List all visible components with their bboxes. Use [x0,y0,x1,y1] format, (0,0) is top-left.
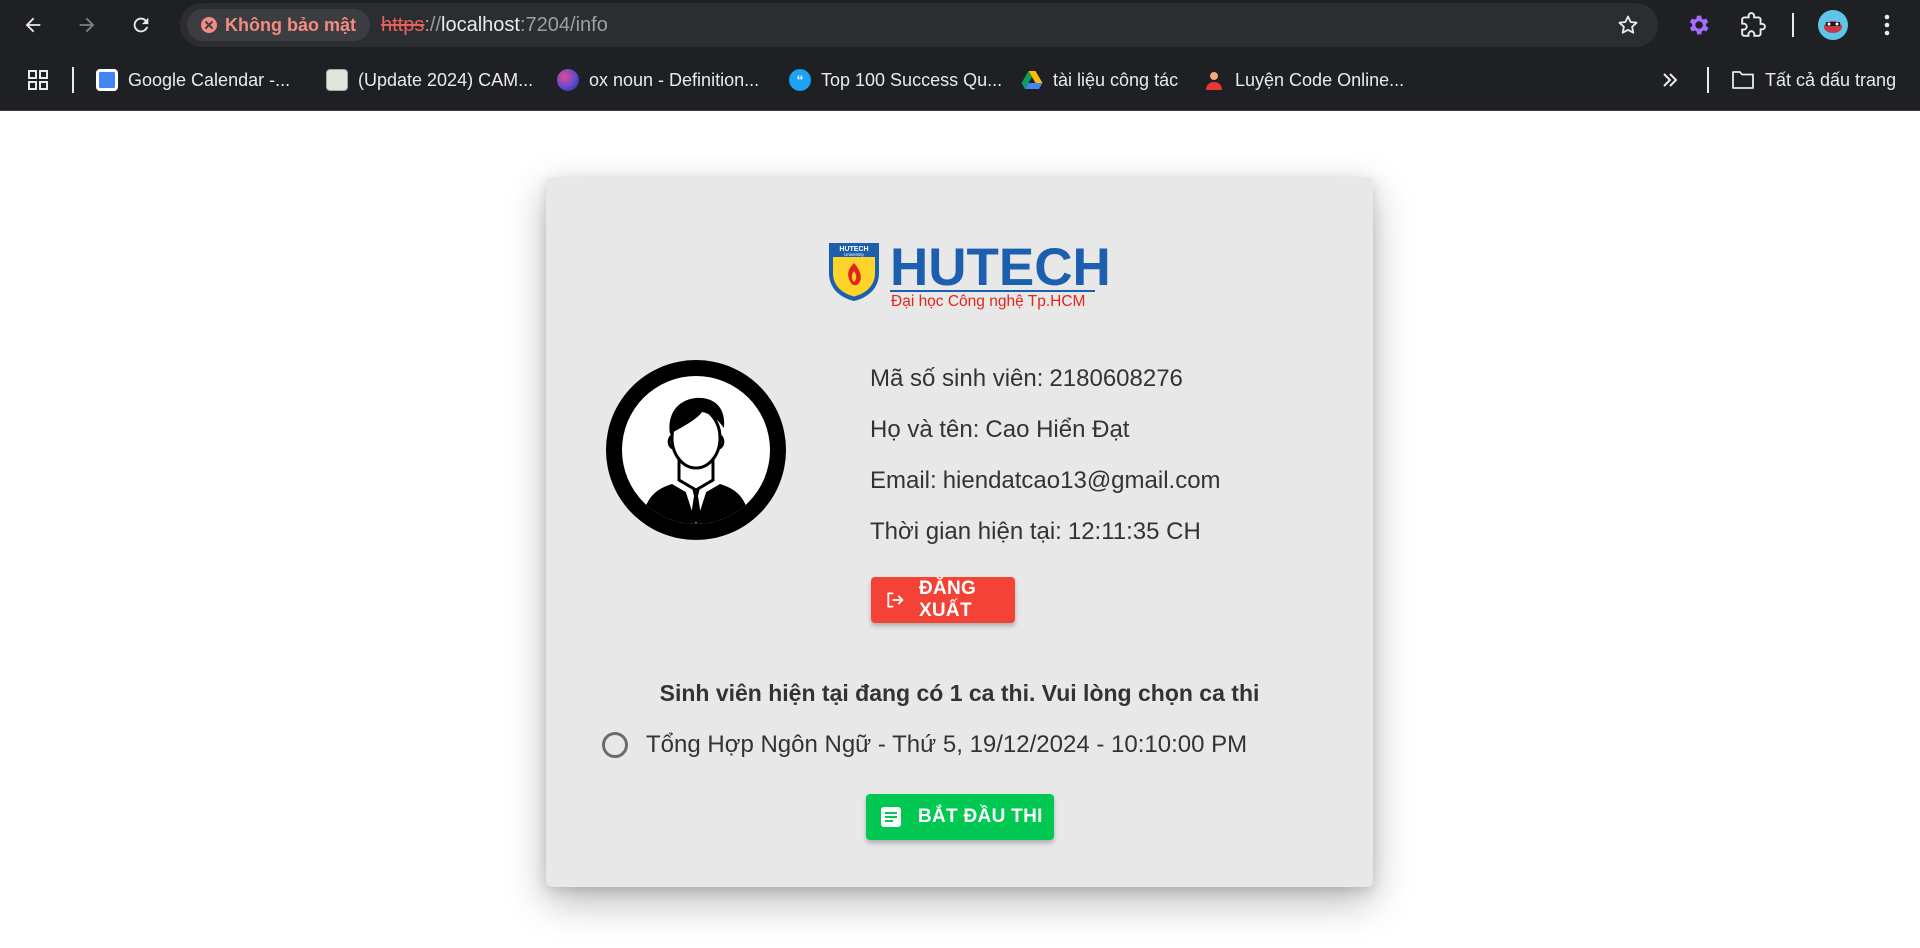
security-indicator[interactable]: Không bảo mật [187,9,370,41]
bookmark-google-calendar[interactable]: Google Calendar -... [96,67,290,93]
reload-icon [133,17,149,33]
google-drive-icon [1021,71,1043,89]
more-bookmarks-icon[interactable] [1660,67,1680,93]
exam-option-label: Tổng Hợp Ngôn Ngữ - Thứ 5, 19/12/2024 - … [646,731,1248,758]
avatar [606,360,786,540]
forward-button[interactable] [70,8,104,42]
current-time-row: Thời gian hiện tại: 12:11:35 CH [870,518,1201,545]
current-time-value: 12:11:35 CH [1067,518,1201,545]
oxford-icon [557,69,579,91]
bookmark-cam[interactable]: (Update 2024) CAM... [326,67,533,93]
brand-tagline: Đại học Công nghệ Tp.HCM [891,293,1086,310]
student-id-value: 2180608276 [1049,365,1183,392]
student-details: Mã số sinh viên: 2180608276 Họ và tên: Cao… [870,363,1221,567]
student-name-row: Họ và tên: Cao Hiển Đạt [870,416,1130,443]
bookmarks-bar: Google Calendar -... (Update 2024) CAM..… [0,50,1920,111]
browser-toolbar: Không bảo mật https://localhost:7204/inf… [0,0,1920,50]
user-silhouette-icon [642,397,750,524]
logo-rule [890,290,1095,292]
logout-button[interactable]: ĐĂNG XUẤT [871,577,1015,623]
security-label: Không bảo mật [225,14,356,35]
user-icon [1206,72,1222,90]
reload-button[interactable] [124,8,158,42]
bookmark-ox-noun[interactable]: ox noun - Definition... [557,67,759,93]
all-bookmarks-folder[interactable]: Tất cả dấu trang [1731,67,1896,93]
quote-icon: “ [789,69,811,91]
address-bar[interactable]: Không bảo mật https://localhost:7204/inf… [180,3,1658,47]
svg-text:University: University [844,252,865,257]
logout-icon [887,592,904,608]
browser-menu-icon[interactable] [1870,8,1904,42]
student-id-row: Mã số sinh viên: 2180608276 [870,365,1183,392]
document-icon [881,807,901,827]
back-arrow-icon [25,17,41,33]
start-exam-button[interactable]: BẮT ĐẦU THI [866,794,1054,840]
extensions-puzzle-icon[interactable] [1736,8,1770,42]
url-text[interactable]: https://localhost:7204/info [381,14,608,37]
site-icon [326,69,348,91]
brand-name: HUTECH [890,238,1111,297]
hutech-logo: HUTECH University HUTECH Đại học Công ng… [827,238,1111,313]
bookmark-luyen-code[interactable]: Luyện Code Online... [1203,67,1404,93]
apps-grid-icon[interactable] [26,67,50,93]
toolbar-divider [1792,13,1794,37]
bookmark-quotes[interactable]: “ Top 100 Success Qu... [789,67,1002,93]
exam-radio[interactable] [602,732,628,758]
student-name-value: Cao Hiển Đạt [985,416,1130,443]
student-info-card: HUTECH University HUTECH Đại học Công ng… [546,177,1373,887]
forward-arrow-icon [79,17,95,33]
profile-avatar[interactable] [1816,8,1850,42]
back-button[interactable] [16,8,50,42]
bookmark-star-icon[interactable] [1616,13,1640,42]
student-email-value: hiendatcao13@gmail.com [942,467,1221,494]
google-calendar-icon [96,69,118,91]
bookmark-drive[interactable]: tài liệu công tác [1021,67,1178,93]
bookmarks-divider-right [1707,67,1709,93]
hutech-shield-icon: HUTECH University [829,243,879,301]
exam-option[interactable]: Tổng Hợp Ngôn Ngữ - Thứ 5, 19/12/2024 - … [602,731,1247,759]
not-secure-icon [201,17,217,33]
extension-gear-icon[interactable] [1681,8,1715,42]
folder-icon [1732,71,1754,89]
bookmarks-divider [72,67,74,93]
exam-notice: Sinh viên hiện tại đang có 1 ca thi. Vui… [659,680,1260,706]
student-email-row: Email: hiendatcao13@gmail.com [870,467,1221,494]
